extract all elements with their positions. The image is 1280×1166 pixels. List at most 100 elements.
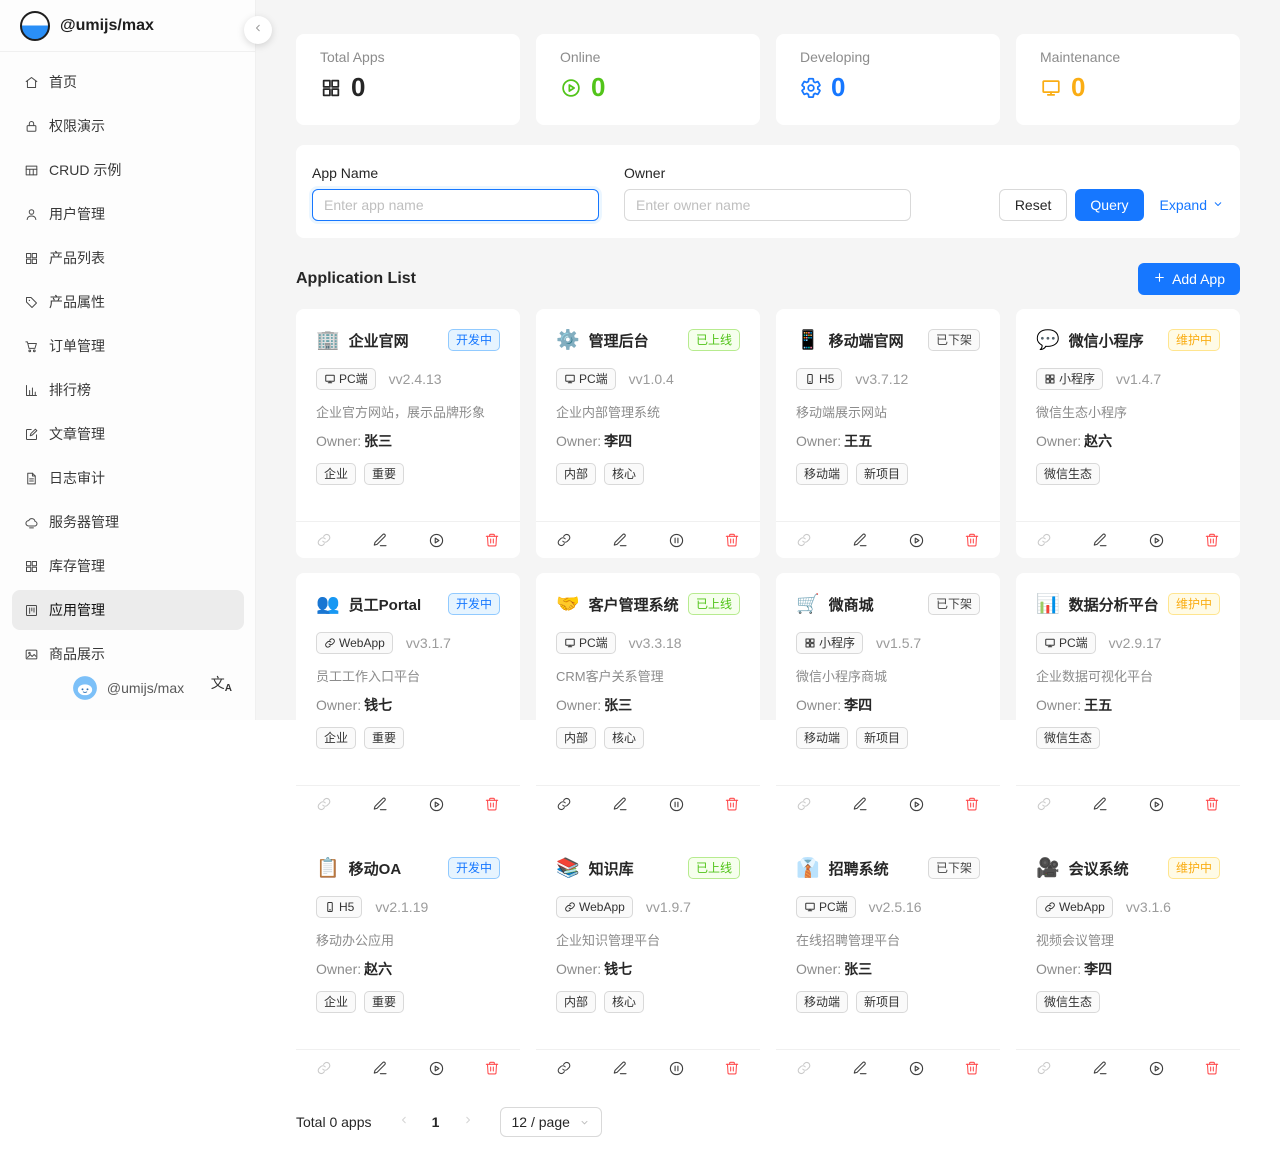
open-link-action[interactable] <box>536 532 592 548</box>
sidebar-item-2[interactable]: 权限演示 <box>12 106 244 146</box>
delete-action[interactable] <box>1184 1060 1240 1076</box>
open-link-action[interactable] <box>296 532 352 548</box>
owner-row: Owner:钱七 <box>316 695 500 715</box>
delete-action[interactable] <box>1184 532 1240 548</box>
sidebar-item-9[interactable]: 文章管理 <box>12 414 244 454</box>
owner-row: Owner:赵六 <box>316 959 500 979</box>
page-size-select[interactable]: 12 / page <box>500 1107 602 1137</box>
edit-action[interactable] <box>592 532 648 548</box>
open-link-action[interactable] <box>776 532 832 548</box>
platform-label: 小程序 <box>1059 370 1095 388</box>
translate-icon[interactable]: 文A <box>211 676 232 691</box>
owner-name: 张三 <box>844 961 872 977</box>
open-link-action[interactable] <box>296 796 352 812</box>
delete-action[interactable] <box>704 796 760 812</box>
delete-action[interactable] <box>704 1060 760 1076</box>
sidebar-item-8[interactable]: 排行榜 <box>12 370 244 410</box>
open-link-action[interactable] <box>536 796 592 812</box>
link-icon <box>1044 901 1056 913</box>
app-tag: 微信生态 <box>1036 991 1100 1013</box>
sidebar-item-1[interactable]: 首页 <box>12 62 244 102</box>
sidebar-item-label: 应用管理 <box>49 600 105 620</box>
toggle-status-action[interactable] <box>648 796 704 813</box>
sidebar-item-label: 产品属性 <box>49 292 105 312</box>
edit-action[interactable] <box>352 532 408 548</box>
edit-action[interactable] <box>592 796 648 812</box>
open-link-action[interactable] <box>536 1060 592 1076</box>
sidebar-item-4[interactable]: 用户管理 <box>12 194 244 234</box>
delete-action[interactable] <box>464 1060 520 1076</box>
owner-input[interactable] <box>624 189 911 221</box>
delete-action[interactable] <box>944 796 1000 812</box>
card-meta: PC端 vv2.4.13 <box>316 368 500 390</box>
app-icon: 🏢 <box>316 331 340 350</box>
version-text: vv2.5.16 <box>869 899 922 915</box>
card-header: 💬 微信小程序 维护中 <box>1036 329 1220 351</box>
edit-action[interactable] <box>1072 1060 1128 1076</box>
toggle-status-action[interactable] <box>888 532 944 549</box>
sidebar-item-3[interactable]: CRUD 示例 <box>12 150 244 190</box>
open-link-action[interactable] <box>1016 1060 1072 1076</box>
toggle-status-action[interactable] <box>888 796 944 813</box>
open-link-action[interactable] <box>1016 532 1072 548</box>
edit-action[interactable] <box>1072 796 1128 812</box>
toggle-status-action[interactable] <box>1128 796 1184 813</box>
edit-action[interactable] <box>1072 532 1128 548</box>
app-tag: 新项目 <box>856 727 908 749</box>
query-button[interactable]: Query <box>1075 189 1143 221</box>
platform-label: H5 <box>339 898 354 916</box>
sidebar-item-11[interactable]: 服务器管理 <box>12 502 244 542</box>
toggle-status-action[interactable] <box>648 532 704 549</box>
pagination: Total 0 apps 1 12 / page <box>296 1106 1240 1138</box>
delete-action[interactable] <box>944 1060 1000 1076</box>
app-card: 📋 移动OA 开发中 H5 vv2.1.19 移动办公应用 Owner:赵六 企… <box>296 837 520 1086</box>
pause-circle-icon <box>668 796 685 813</box>
open-link-action[interactable] <box>776 1060 832 1076</box>
sidebar-menu: 首页 权限演示 CRUD 示例 用户管理 产品列表 产品属性 订单管理 排行榜 … <box>0 52 256 674</box>
delete-action[interactable] <box>944 532 1000 548</box>
add-app-button[interactable]: Add App <box>1138 263 1240 295</box>
edit-action[interactable] <box>832 532 888 548</box>
delete-action[interactable] <box>704 532 760 548</box>
delete-action[interactable] <box>1184 796 1240 812</box>
toggle-status-action[interactable] <box>1128 532 1184 549</box>
sidebar-item-12[interactable]: 库存管理 <box>12 546 244 586</box>
edit-action[interactable] <box>832 1060 888 1076</box>
edit-action[interactable] <box>832 796 888 812</box>
next-page-button[interactable] <box>452 1106 484 1138</box>
app-card: 🤝 客户管理系统 已上线 PC端 vv3.3.18 CRM客户关系管理 Owne… <box>536 573 760 822</box>
card-actions <box>536 785 760 822</box>
app-icon: 📱 <box>796 331 820 350</box>
sidebar-item-13[interactable]: 应用管理 <box>12 590 244 630</box>
delete-action[interactable] <box>464 796 520 812</box>
edit-action[interactable] <box>352 796 408 812</box>
appstore-icon <box>1044 373 1056 385</box>
page-number[interactable]: 1 <box>420 1106 452 1138</box>
expand-toggle[interactable]: Expand <box>1160 197 1224 213</box>
delete-icon <box>1204 532 1220 548</box>
toggle-status-action[interactable] <box>408 1060 464 1077</box>
toggle-status-action[interactable] <box>408 532 464 549</box>
delete-action[interactable] <box>464 532 520 548</box>
sidebar-collapse-button[interactable] <box>244 16 272 44</box>
app-name-input[interactable] <box>312 189 599 221</box>
open-link-action[interactable] <box>1016 796 1072 812</box>
edit-action[interactable] <box>352 1060 408 1076</box>
open-link-action[interactable] <box>776 796 832 812</box>
owner-prefix: Owner: <box>796 961 841 977</box>
pause-circle-icon <box>668 1060 685 1077</box>
reset-button[interactable]: Reset <box>999 189 1068 221</box>
toggle-status-action[interactable] <box>1128 1060 1184 1077</box>
toggle-status-action[interactable] <box>408 796 464 813</box>
open-link-action[interactable] <box>296 1060 352 1076</box>
prev-page-button[interactable] <box>388 1106 420 1138</box>
toggle-status-action[interactable] <box>648 1060 704 1077</box>
sidebar-item-7[interactable]: 订单管理 <box>12 326 244 366</box>
sidebar-item-5[interactable]: 产品列表 <box>12 238 244 278</box>
stat-card-developing: Developing 0 <box>776 34 1000 125</box>
edit-action[interactable] <box>592 1060 648 1076</box>
sidebar-item-6[interactable]: 产品属性 <box>12 282 244 322</box>
sidebar-item-10[interactable]: 日志审计 <box>12 458 244 498</box>
toggle-status-action[interactable] <box>888 1060 944 1077</box>
app-name-label: App Name <box>312 165 599 181</box>
